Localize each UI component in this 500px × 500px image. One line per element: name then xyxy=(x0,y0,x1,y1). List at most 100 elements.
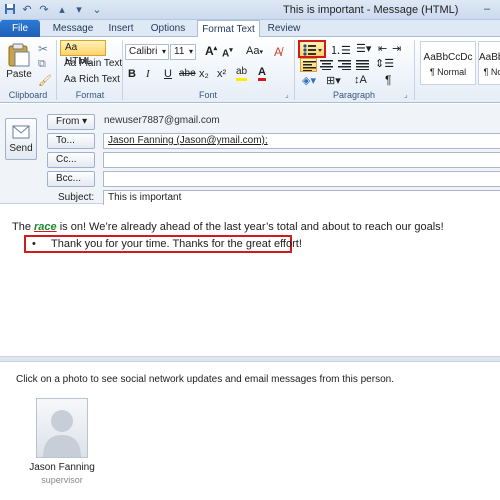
plain-text-label: Plain Text xyxy=(79,58,123,69)
cut-icon[interactable]: ✂ xyxy=(38,42,48,56)
contact-name[interactable]: Jason Fanning xyxy=(26,462,98,473)
paragraph-group-label: Paragraph xyxy=(332,90,376,100)
chevron-down-icon: ▾ xyxy=(188,47,193,56)
format-painter-icon[interactable]: 🖌 xyxy=(38,74,52,87)
people-pane-hint: Click on a photo to see social network u… xyxy=(16,374,394,385)
bullets-button[interactable] xyxy=(298,40,326,58)
down-arrow-icon[interactable]: ▾ xyxy=(72,3,86,17)
align-center-icon[interactable] xyxy=(319,58,335,72)
chevron-down-icon: ▾ xyxy=(161,47,166,56)
contact-role: supervisor xyxy=(41,475,83,485)
multilevel-list-icon[interactable]: ☰▾ xyxy=(356,42,371,55)
shrink-font-icon[interactable]: A▾ xyxy=(222,46,233,59)
change-case-icon[interactable]: Aa▾ xyxy=(246,45,263,57)
format-group-label: Format xyxy=(75,90,105,100)
bullet-item-highlight: • Thank you for your time. Thanks for th… xyxy=(24,235,302,253)
tab-review[interactable]: Review xyxy=(262,20,306,37)
aa-icon: Aa xyxy=(64,74,77,85)
align-right-icon[interactable] xyxy=(337,58,353,72)
aa-icon: Aa xyxy=(64,58,77,69)
font-color-icon[interactable]: A xyxy=(258,66,266,81)
increase-indent-icon[interactable]: ⇥ xyxy=(392,42,401,55)
from-value: newuser7887@gmail.com xyxy=(104,115,220,126)
redo-icon[interactable]: ↷ xyxy=(37,3,51,17)
dialog-launcher-icon[interactable]: ⌟ xyxy=(285,90,289,99)
qat-dropdown-icon[interactable]: ⌄ xyxy=(90,3,104,17)
sort-icon[interactable]: ↕A xyxy=(354,74,367,86)
style-preview: AaBbCcDc xyxy=(423,52,473,63)
clipboard-group-label: Clipboard xyxy=(8,90,48,100)
paste-label: Paste xyxy=(6,69,32,80)
font-group-label: Font xyxy=(198,90,217,100)
subscript-button[interactable]: x₂ xyxy=(199,68,209,80)
copy-icon[interactable]: ⧉ xyxy=(38,58,46,71)
clear-formatting-icon[interactable]: A̸ xyxy=(274,45,282,59)
style-name: ¶ Normal xyxy=(429,67,467,77)
group-separator xyxy=(294,40,295,100)
borders-icon[interactable]: ⊞▾ xyxy=(326,74,341,87)
body-line-1: The race is on! We’re already ahead of t… xyxy=(12,221,444,233)
line-spacing-icon[interactable]: ⇕☰ xyxy=(375,57,394,70)
tab-options[interactable]: Options xyxy=(143,20,193,37)
group-separator xyxy=(122,40,123,100)
font-size-value: 11 xyxy=(174,46,185,57)
tab-format-text[interactable]: Format Text xyxy=(197,20,260,38)
send-label: Send xyxy=(9,143,33,154)
align-left-button[interactable] xyxy=(300,58,317,72)
tab-message[interactable]: Message xyxy=(48,20,98,37)
clipboard-icon xyxy=(8,43,30,67)
html-format-button[interactable]: Aa HTML xyxy=(60,40,106,67)
dialog-launcher-icon[interactable]: ⌟ xyxy=(404,90,408,99)
bullet-list-icon xyxy=(303,44,322,56)
bold-button[interactable]: B xyxy=(128,68,136,80)
group-separator xyxy=(414,40,415,100)
font-name-combo[interactable]: Calibri ▾ xyxy=(125,44,169,60)
save-icon[interactable] xyxy=(3,3,17,17)
send-button[interactable]: Send xyxy=(5,118,37,160)
race-word: race xyxy=(34,221,57,233)
font-size-combo[interactable]: 11 ▾ xyxy=(170,44,196,60)
plain-text-button[interactable]: Aa Plain Text xyxy=(64,57,124,71)
style-no-spacing[interactable]: AaBbCc ¶ No xyxy=(478,41,500,85)
tab-file[interactable]: File xyxy=(0,20,40,37)
minimize-icon[interactable]: – xyxy=(474,0,500,18)
highlight-icon[interactable]: ab xyxy=(236,66,248,81)
tab-insert[interactable]: Insert xyxy=(100,20,142,37)
aa-icon: Aa xyxy=(65,42,78,53)
subject-label: Subject: xyxy=(58,192,95,203)
to-recipient[interactable]: Jason Fanning (Jason@ymail.com); xyxy=(108,135,268,146)
bcc-button[interactable]: Bcc... xyxy=(47,171,95,187)
bcc-field[interactable] xyxy=(103,171,500,187)
cc-button[interactable]: Cc... xyxy=(47,152,95,168)
group-separator xyxy=(56,40,57,100)
rich-text-button[interactable]: Aa Rich Text xyxy=(64,73,124,87)
strikethrough-button[interactable]: abe xyxy=(179,68,196,79)
justify-icon[interactable] xyxy=(355,58,371,72)
style-preview: AaBbCc xyxy=(479,52,500,63)
italic-button[interactable]: I xyxy=(146,68,150,80)
style-name: ¶ No xyxy=(483,67,500,77)
contact-photo[interactable] xyxy=(36,398,88,458)
bullet-glyph: • xyxy=(32,238,36,250)
paste-button[interactable]: Paste xyxy=(4,42,34,86)
title-bar: ↶ ↷ ▴ ▾ ⌄ This is important - Message (H… xyxy=(0,0,500,20)
up-arrow-icon[interactable]: ▴ xyxy=(55,3,69,17)
decrease-indent-icon[interactable]: ⇤ xyxy=(378,42,387,55)
from-button[interactable]: From ▾ xyxy=(47,114,95,130)
undo-icon[interactable]: ↶ xyxy=(20,3,34,17)
to-field[interactable]: Jason Fanning (Jason@ymail.com); xyxy=(103,133,500,149)
numbering-icon[interactable]: ⒈☰ xyxy=(330,42,351,58)
rich-text-label: Rich Text xyxy=(79,74,120,85)
style-normal[interactable]: AaBbCcDc ¶ Normal xyxy=(420,41,476,85)
to-button[interactable]: To... xyxy=(47,133,95,149)
underline-button[interactable]: U xyxy=(164,68,172,80)
shading-icon[interactable]: ◈▾ xyxy=(302,74,316,87)
subject-field[interactable]: This is important xyxy=(103,190,500,206)
grow-font-icon[interactable]: A▴ xyxy=(205,44,217,58)
show-formatting-icon[interactable]: ¶ xyxy=(385,73,391,87)
bullet-text: Thank you for your time. Thanks for the … xyxy=(51,238,302,250)
superscript-button[interactable]: x² xyxy=(217,68,226,80)
font-name-value: Calibri xyxy=(129,46,158,57)
person-silhouette-icon xyxy=(43,410,81,457)
cc-field[interactable] xyxy=(103,152,500,168)
